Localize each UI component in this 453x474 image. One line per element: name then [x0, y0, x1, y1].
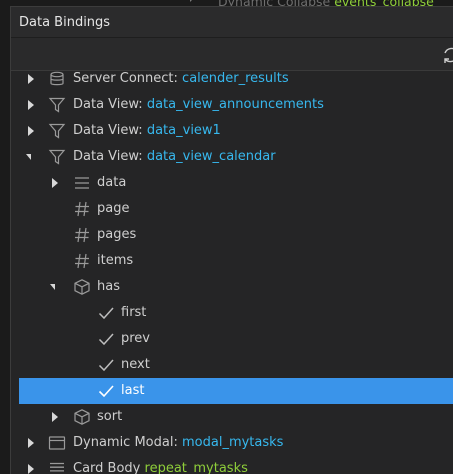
expand-caret-icon[interactable]	[52, 412, 58, 422]
data-bindings-dialog: Data Bindings Server Connect: calender_r…	[10, 6, 453, 474]
expand-caret-icon[interactable]	[28, 464, 34, 474]
check-icon	[97, 330, 115, 348]
dialog-toolbar	[11, 38, 453, 71]
hash-icon	[73, 226, 91, 244]
window-icon	[48, 434, 66, 452]
tree-item-data-view1[interactable]: Data View: data_view1	[11, 118, 453, 144]
dialog-titlebar[interactable]: Data Bindings	[11, 7, 453, 38]
tree-item-prev[interactable]: prev	[11, 326, 453, 352]
hash-icon	[73, 200, 91, 218]
tree-item-data[interactable]: data	[11, 170, 453, 196]
expand-caret-icon[interactable]	[28, 126, 34, 136]
check-icon	[97, 382, 115, 400]
tree-item-dynamic-modal[interactable]: Dynamic Modal: modal_mytasks	[11, 430, 453, 456]
collapse-caret-icon[interactable]	[26, 154, 31, 160]
tree-item-page[interactable]: page	[11, 196, 453, 222]
expand-caret-icon[interactable]	[28, 100, 34, 110]
cube-icon	[73, 408, 91, 426]
tree-item-data-view-calendar[interactable]: Data View: data_view_calendar	[11, 144, 453, 170]
tree-item-has[interactable]: has	[11, 274, 453, 300]
tree-item-sort[interactable]: sort	[11, 404, 453, 430]
cube-icon	[73, 278, 91, 296]
tree-item-label: first	[121, 305, 147, 320]
database-icon	[48, 71, 66, 88]
collapse-caret-icon[interactable]	[50, 284, 55, 290]
tree-item-card-body[interactable]: Card Body repeat_mytasks	[11, 456, 453, 474]
tree-item-next[interactable]: next	[11, 352, 453, 378]
tree-item-label: sort	[97, 409, 123, 424]
tree-item-label: has	[97, 279, 120, 294]
tree-item-label: Card Body repeat_mytasks	[73, 461, 248, 474]
tree-item-label: Dynamic Modal: modal_mytasks	[73, 435, 284, 450]
expand-caret-icon[interactable]	[52, 178, 58, 188]
check-icon	[97, 356, 115, 374]
tree-item-label: last	[121, 383, 145, 398]
tree-item-label: Data View: data_view1	[73, 123, 221, 138]
check-icon	[97, 304, 115, 322]
tree-item-label: Data View: data_view_announcements	[73, 97, 324, 112]
tree-item-last[interactable]: last	[19, 378, 453, 404]
tree-item-server-connect[interactable]: Server Connect: calender_results	[11, 71, 453, 92]
tree-item-label: prev	[121, 331, 151, 346]
tree-item-first[interactable]: first	[11, 300, 453, 326]
tree-item-items[interactable]: items	[11, 248, 453, 274]
tree-item-label: data	[97, 175, 127, 190]
tree-item-label: pages	[97, 227, 137, 242]
tree-item-label: Data View: data_view_calendar	[73, 149, 276, 164]
tree-item-label: next	[121, 357, 150, 372]
refresh-icon[interactable]	[440, 44, 453, 66]
tree-item-label: Server Connect: calender_results	[73, 71, 289, 86]
expand-caret-icon[interactable]	[28, 74, 34, 84]
filter-icon	[48, 148, 66, 166]
tree-item-pages[interactable]: pages	[11, 222, 453, 248]
bg-caret-icon	[190, 0, 195, 2]
list-icon	[73, 174, 91, 192]
hash-icon	[73, 252, 91, 270]
expand-caret-icon[interactable]	[28, 438, 34, 448]
tree-item-label: items	[97, 253, 134, 268]
tree-item-label: page	[97, 201, 130, 216]
tree-item-data-view-announcements[interactable]: Data View: data_view_announcements	[11, 92, 453, 118]
screen: Dynamic Collapse events_collapse Data Bi…	[0, 0, 453, 474]
filter-icon	[48, 96, 66, 114]
filter-icon	[48, 122, 66, 140]
bindings-tree: Server Connect: calender_results Data Vi…	[11, 71, 453, 474]
dialog-title: Data Bindings	[19, 15, 111, 30]
list-icon	[48, 460, 66, 474]
